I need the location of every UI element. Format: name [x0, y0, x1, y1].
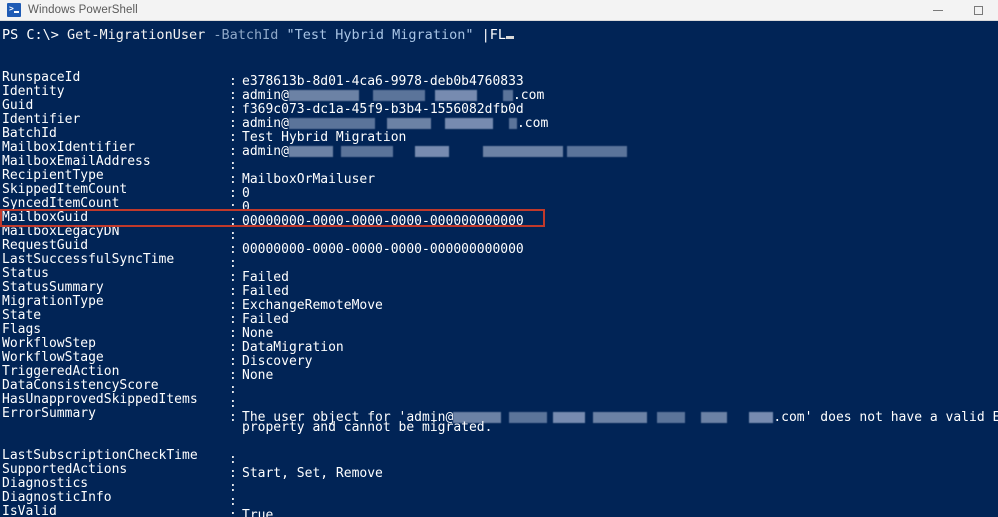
property-name: MailboxLegacyDN: [2, 225, 120, 239]
property-row: Status: Failed: [0, 267, 998, 285]
property-name: State: [2, 309, 42, 323]
property-row: Flags: None: [0, 323, 998, 341]
property-name: IsValid: [2, 505, 57, 517]
property-row: SkippedItemCount:0: [0, 183, 998, 201]
property-row: Identity: admin@ .com: [0, 85, 998, 103]
property-name: TriggeredAction: [2, 365, 120, 379]
property-value: True: [242, 508, 274, 517]
property-separator: :: [229, 508, 237, 517]
window-title: Windows PowerShell: [28, 4, 138, 16]
property-name: MailboxIdentifier: [2, 141, 136, 155]
command-line: PS C:\> Get-MigrationUser -BatchId "Test…: [0, 26, 998, 45]
property-name: SupportedActions: [2, 463, 128, 477]
property-row: WorkflowStep: DataMigration: [0, 337, 998, 355]
property-name: RecipientType: [2, 169, 104, 183]
property-name: RunspaceId: [2, 71, 81, 85]
property-name: ErrorSummary: [2, 407, 96, 421]
powershell-window: > Windows PowerShell PS C:\> Get-Migrati…: [0, 0, 998, 517]
output-gap: [0, 45, 998, 71]
property-name: SkippedItemCount: [2, 183, 128, 197]
cmd-space-2: [278, 27, 286, 43]
property-row: HasUnapprovedSkippedItems:: [0, 393, 998, 411]
property-value: property and cannot be migrated.: [242, 420, 493, 435]
property-name: StatusSummary: [2, 281, 104, 295]
property-name: HasUnapprovedSkippedItems: [2, 393, 198, 407]
property-row: RecipientType: MailboxOrMailuser: [0, 169, 998, 187]
title-bar[interactable]: > Windows PowerShell: [0, 0, 998, 21]
window-controls: [918, 0, 998, 21]
shell-prompt: PS C:\>: [2, 27, 68, 43]
property-row: LastSubscriptionCheckTime:: [0, 449, 998, 467]
powershell-icon-underscore: [14, 11, 19, 13]
cmdlet-parameter: -BatchId: [213, 27, 279, 43]
maximize-button[interactable]: [958, 0, 998, 21]
property-name: Guid: [2, 99, 34, 113]
format-list-pipe: |FL: [481, 27, 506, 43]
property-row: MigrationType: ExchangeRemoteMove: [0, 295, 998, 313]
property-row: RunspaceId: e378613b-8d01-4ca6-9978-deb0b…: [0, 71, 998, 89]
property-name: WorkflowStep: [2, 337, 96, 351]
property-name: LastSuccessfulSyncTime: [2, 253, 175, 267]
property-row: Guid: f369c073-dc1a-45f9-b3b4-1556082dfb0…: [0, 99, 998, 117]
minimize-button[interactable]: [918, 0, 958, 21]
property-name: Status: [2, 267, 49, 281]
property-row: DiagnosticInfo:: [0, 491, 998, 509]
property-row: BatchId: Test Hybrid Migration: [0, 127, 998, 145]
property-name: Flags: [2, 323, 42, 337]
powershell-icon: >: [7, 3, 21, 17]
maximize-icon: [973, 6, 983, 15]
property-list: RunspaceId: e378613b-8d01-4ca6-9978-deb0b…: [0, 71, 998, 517]
property-name: SyncedItemCount: [2, 197, 120, 211]
property-row-continuation: :property and cannot be migrated.: [0, 421, 998, 435]
text-cursor: [505, 36, 514, 39]
cmdlet-name: Get-MigrationUser: [67, 27, 206, 43]
property-row: State: Failed: [0, 309, 998, 327]
property-name: BatchId: [2, 127, 57, 141]
property-row-continuation: :: [0, 435, 998, 449]
property-row: WorkflowStage: Discovery: [0, 351, 998, 369]
property-row: LastSuccessfulSyncTime:: [0, 253, 998, 271]
property-name: RequestGuid: [2, 239, 89, 253]
property-name: Diagnostics: [2, 477, 89, 491]
property-name: MailboxEmailAddress: [2, 155, 151, 169]
property-name: MigrationType: [2, 295, 104, 309]
property-row: RequestGuid:00000000-0000-0000-0000-0000…: [0, 239, 998, 257]
minimize-icon: [933, 10, 943, 11]
property-name: LastSubscriptionCheckTime: [2, 449, 198, 463]
cmdlet-argument: "Test Hybrid Migration": [286, 27, 474, 43]
property-row: TriggeredAction: None: [0, 365, 998, 383]
property-row: MailboxGuid:00000000-0000-0000-0000-0000…: [0, 211, 998, 229]
property-row: Diagnostics:: [0, 477, 998, 495]
property-name: MailboxGuid: [2, 211, 89, 225]
console-output-area[interactable]: PS C:\> Get-MigrationUser -BatchId "Test…: [0, 21, 998, 517]
property-row: IsValid: True: [0, 505, 998, 517]
property-name: WorkflowStage: [2, 351, 104, 365]
property-row: Identifier: admin@ .com: [0, 113, 998, 131]
property-name: DataConsistencyScore: [2, 379, 159, 393]
property-row: ErrorSummary: The user object for 'admin@…: [0, 407, 998, 425]
cmd-space-3: [473, 27, 481, 43]
property-row: SupportedActions: Start, Set, Remove: [0, 463, 998, 481]
property-row: MailboxIdentifier: admin@: [0, 141, 998, 159]
property-row: MailboxLegacyDN:: [0, 225, 998, 243]
property-row: SyncedItemCount:0: [0, 197, 998, 215]
property-row: StatusSummary: Failed: [0, 281, 998, 299]
property-row: DataConsistencyScore:: [0, 379, 998, 397]
property-row: MailboxEmailAddress:: [0, 155, 998, 173]
property-name: DiagnosticInfo: [2, 491, 112, 505]
property-name: Identifier: [2, 113, 81, 127]
property-name: Identity: [2, 85, 65, 99]
